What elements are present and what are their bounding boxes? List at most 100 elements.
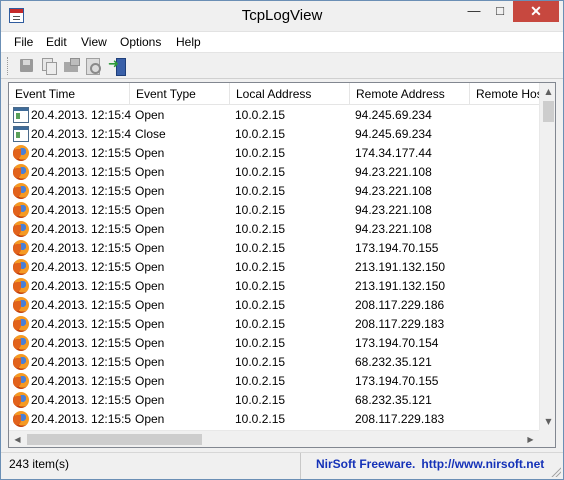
nirsoft-link[interactable]: NirSoft Freeware. http://www.nirsoft.net [316, 453, 544, 475]
horizontal-scrollbar[interactable]: ◀ ▶ [9, 430, 539, 447]
resize-grip-icon[interactable] [551, 467, 561, 477]
table-row[interactable]: 20.4.2013. 12:15:59 Open 10.0.2.15 213.191.… [9, 258, 539, 277]
save-icon[interactable] [18, 57, 36, 75]
exit-icon[interactable] [108, 57, 127, 76]
firefox-icon [13, 183, 29, 199]
remote-address-cell: 94.23.221.108 [355, 203, 432, 217]
scroll-left-arrow-icon[interactable]: ◀ [9, 431, 26, 447]
column-event-type[interactable]: Event Type [130, 83, 230, 104]
table-row[interactable]: 20.4.2013. 12:15:59 Open 10.0.2.15 213.191.… [9, 277, 539, 296]
table-row[interactable]: 20.4.2013. 12:15:59 Open 10.0.2.15 208.117.… [9, 410, 539, 429]
table-row[interactable]: 20.4.2013. 12:15:49 Close 10.0.2.15 94.245.… [9, 125, 539, 144]
event-time-cell: 20.4.2013. 12:15:49 [31, 127, 131, 141]
nirsoft-brand[interactable]: NirSoft Freeware. [316, 457, 415, 471]
table-row[interactable]: 20.4.2013. 12:15:59 Open 10.0.2.15 173.194.… [9, 334, 539, 353]
nirsoft-url[interactable]: http://www.nirsoft.net [421, 457, 544, 471]
local-address-cell: 10.0.2.15 [235, 374, 286, 388]
event-type-cell: Open [135, 393, 165, 407]
status-bar: 243 item(s) NirSoft Freeware. http://www.… [1, 452, 563, 479]
event-type-cell: Open [135, 412, 165, 426]
maximize-button[interactable]: □ [487, 1, 513, 22]
local-address-cell: 10.0.2.15 [235, 184, 286, 198]
vertical-scrollbar[interactable]: ▲ ▼ [539, 83, 555, 430]
table-row[interactable]: 20.4.2013. 12:15:59 Open 10.0.2.15 173.194.… [9, 372, 539, 391]
event-type-cell: Open [135, 260, 165, 274]
local-address-cell: 10.0.2.15 [235, 108, 286, 122]
local-address-cell: 10.0.2.15 [235, 355, 286, 369]
firefox-icon [13, 240, 29, 256]
remote-address-cell: 174.34.177.44 [355, 146, 432, 160]
scroll-right-arrow-icon[interactable]: ▶ [522, 431, 539, 447]
scroll-down-arrow-icon[interactable]: ▼ [540, 413, 555, 430]
menu-bar: File Edit View Options Help [1, 32, 563, 52]
table-row[interactable]: 20.4.2013. 12:15:58 Open 10.0.2.15 174.34.1… [9, 144, 539, 163]
event-time-cell: 20.4.2013. 12:15:59 [31, 260, 131, 274]
table-row[interactable]: 20.4.2013. 12:15:59 Open 10.0.2.15 208.117.… [9, 315, 539, 334]
column-remote-address[interactable]: Remote Address [350, 83, 470, 104]
firefox-icon [13, 221, 29, 237]
remote-address-cell: 68.232.35.121 [355, 355, 432, 369]
local-address-cell: 10.0.2.15 [235, 146, 286, 160]
event-time-cell: 20.4.2013. 12:15:59 [31, 412, 131, 426]
event-time-cell: 20.4.2013. 12:15:59 [31, 298, 131, 312]
table-row[interactable]: 20.4.2013. 12:15:45 Open 10.0.2.15 94.245.6… [9, 106, 539, 125]
firefox-icon [13, 392, 29, 408]
application-icon [13, 107, 29, 123]
menu-help[interactable]: Help [176, 35, 201, 49]
event-type-cell: Open [135, 298, 165, 312]
event-list[interactable]: Event Time Event Type Local Address Remo… [8, 82, 556, 448]
toolbar-grip[interactable] [7, 57, 10, 75]
column-event-time[interactable]: Event Time [9, 83, 130, 104]
table-row[interactable]: 20.4.2013. 12:15:59 Open 10.0.2.15 94.23.22… [9, 220, 539, 239]
event-type-cell: Open [135, 146, 165, 160]
menu-file[interactable]: File [14, 35, 33, 49]
scrollbar-corner [539, 430, 555, 447]
column-remote-host[interactable]: Remote Hos [470, 83, 539, 104]
event-type-cell: Open [135, 279, 165, 293]
table-row[interactable]: 20.4.2013. 12:15:59 Open 10.0.2.15 68.232.3… [9, 391, 539, 410]
event-type-cell: Open [135, 222, 165, 236]
app-window: TcpLogView — □ ✕ File Edit View Options … [0, 0, 564, 480]
local-address-cell: 10.0.2.15 [235, 412, 286, 426]
column-local-address[interactable]: Local Address [230, 83, 350, 104]
event-time-cell: 20.4.2013. 12:15:58 [31, 146, 131, 160]
event-time-cell: 20.4.2013. 12:15:59 [31, 165, 131, 179]
scroll-up-arrow-icon[interactable]: ▲ [540, 83, 555, 100]
properties-icon[interactable] [62, 57, 80, 75]
remote-address-cell: 173.194.70.155 [355, 374, 439, 388]
event-time-cell: 20.4.2013. 12:15:59 [31, 336, 131, 350]
event-time-cell: 20.4.2013. 12:15:59 [31, 355, 131, 369]
table-row[interactable]: 20.4.2013. 12:15:59 Open 10.0.2.15 94.23.22… [9, 163, 539, 182]
firefox-icon [13, 202, 29, 218]
copy-icon[interactable] [40, 57, 58, 75]
table-row[interactable]: 20.4.2013. 12:15:59 Open 10.0.2.15 173.194.… [9, 239, 539, 258]
local-address-cell: 10.0.2.15 [235, 336, 286, 350]
local-address-cell: 10.0.2.15 [235, 222, 286, 236]
horizontal-scroll-thumb[interactable] [27, 434, 202, 445]
local-address-cell: 10.0.2.15 [235, 165, 286, 179]
local-address-cell: 10.0.2.15 [235, 127, 286, 141]
table-row[interactable]: 20.4.2013. 12:15:59 Open 10.0.2.15 94.23.22… [9, 182, 539, 201]
event-time-cell: 20.4.2013. 12:15:59 [31, 317, 131, 331]
table-row[interactable]: 20.4.2013. 12:15:59 Open 10.0.2.15 208.117.… [9, 296, 539, 315]
menu-view[interactable]: View [81, 35, 107, 49]
table-row[interactable]: 20.4.2013. 12:15:59 Open 10.0.2.15 68.232.3… [9, 353, 539, 372]
event-time-cell: 20.4.2013. 12:15:45 [31, 108, 131, 122]
local-address-cell: 10.0.2.15 [235, 260, 286, 274]
title-bar[interactable]: TcpLogView — □ ✕ [1, 1, 563, 32]
event-type-cell: Open [135, 203, 165, 217]
firefox-icon [13, 411, 29, 427]
application-icon [13, 126, 29, 142]
remote-address-cell: 68.232.35.121 [355, 393, 432, 407]
vertical-scroll-thumb[interactable] [543, 101, 554, 122]
remote-address-cell: 94.23.221.108 [355, 184, 432, 198]
event-type-cell: Open [135, 336, 165, 350]
firefox-icon [13, 335, 29, 351]
close-button[interactable]: ✕ [513, 1, 559, 22]
event-type-cell: Close [135, 127, 166, 141]
find-icon[interactable] [84, 57, 102, 75]
table-row[interactable]: 20.4.2013. 12:15:59 Open 10.0.2.15 94.23.22… [9, 201, 539, 220]
minimize-button[interactable]: — [461, 1, 487, 22]
menu-options[interactable]: Options [120, 35, 161, 49]
menu-edit[interactable]: Edit [46, 35, 67, 49]
